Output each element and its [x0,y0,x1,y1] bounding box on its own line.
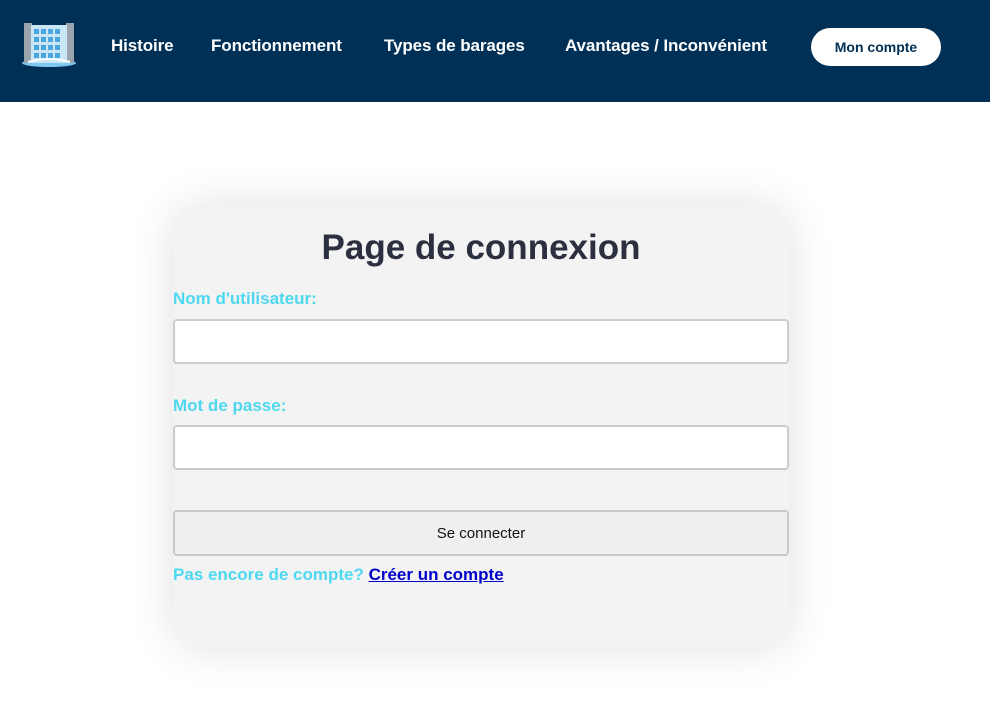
nav-link-histoire[interactable]: Histoire [111,36,174,56]
signup-row: Pas encore de compte? Créer un compte [173,565,504,585]
account-button[interactable]: Mon compte [811,28,941,66]
login-button[interactable]: Se connecter [173,510,789,556]
top-navbar: Histoire Fonctionnement Types de barages… [0,0,990,102]
dam-icon[interactable] [20,20,78,68]
login-form: Nom d'utilisateur: Mot de passe: Se conn… [173,207,789,647]
username-input[interactable] [173,319,789,364]
signup-prompt: Pas encore de compte? [173,565,364,584]
password-label: Mot de passe: [173,396,287,415]
nav-link-types-de-barages[interactable]: Types de barages [384,36,525,56]
nav-link-avantages-inconvenient[interactable]: Avantages / Inconvénient [565,36,767,56]
username-label: Nom d'utilisateur: [173,289,317,308]
nav-link-fonctionnement[interactable]: Fonctionnement [211,36,342,56]
create-account-link[interactable]: Créer un compte [369,565,504,584]
password-input[interactable] [173,425,789,470]
